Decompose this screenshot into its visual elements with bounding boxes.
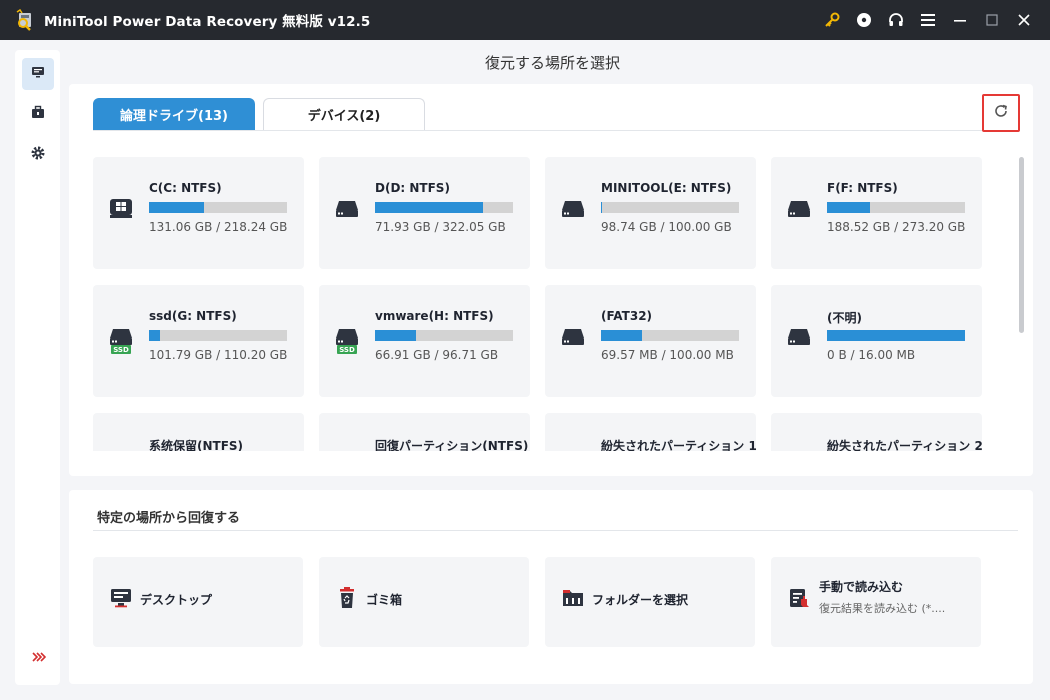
drive-scrollbar[interactable] (1019, 157, 1024, 333)
location-label: 手動で読み込む (819, 580, 904, 594)
drive-size: 101.79 GB / 110.20 GB (149, 348, 288, 362)
drive-card[interactable]: 系统保留(NTFS) (93, 413, 304, 451)
drive-card[interactable]: SSD vmware(H: NTFS) 66.91 GB / 96.71 GB (319, 285, 530, 397)
drive-usage-fill (601, 202, 603, 213)
refresh-button[interactable] (982, 94, 1020, 132)
drive-usage-bar (601, 330, 739, 341)
drive-name: (不明) (827, 311, 862, 325)
drive-card[interactable]: SSD ssd(G: NTFS) 101.79 GB / 110.20 GB (93, 285, 304, 397)
drive-card[interactable]: 紛失されたパーティション 2 (771, 413, 983, 451)
drive-usage-bar (827, 202, 965, 213)
hard-drive-icon (787, 197, 811, 219)
headphones-icon[interactable] (880, 0, 912, 40)
location-label: デスクトップ (140, 593, 213, 607)
recycle-bin-icon (335, 586, 359, 610)
hard-drive-icon (561, 197, 585, 219)
tab-divider (93, 130, 1020, 131)
drive-name: C(C: NTFS) (149, 181, 222, 195)
windows-drive-icon (109, 197, 133, 219)
drive-usage-fill (375, 202, 483, 213)
drive-size: 71.93 GB / 322.05 GB (375, 220, 506, 234)
refresh-icon (993, 103, 1009, 123)
desktop-icon (109, 586, 133, 610)
hard-drive-icon (335, 325, 359, 347)
hard-drive-icon (787, 325, 811, 347)
page-title: 復元する場所を選択 (484, 54, 620, 72)
drive-name: vmware(H: NTFS) (375, 309, 494, 323)
app-logo-icon (14, 8, 36, 31)
drive-size: 98.74 GB / 100.00 GB (601, 220, 732, 234)
drive-card[interactable]: (不明) 0 B / 16.00 MB (771, 285, 982, 397)
drive-size: 69.57 MB / 100.00 MB (601, 348, 734, 362)
minimize-icon[interactable] (944, 0, 976, 40)
drive-name: 回復パーティション(NTFS) (375, 439, 529, 451)
tab-devices[interactable]: デバイス(2) (263, 98, 425, 130)
drive-name: 紛失されたパーティション 2 (827, 439, 983, 451)
hard-drive-icon (335, 197, 359, 219)
location-select-folder[interactable]: フォルダーを選択 (545, 557, 755, 647)
drive-usage-bar (827, 330, 965, 341)
drive-size: 188.52 GB / 273.20 GB (827, 220, 966, 234)
drive-usage-fill (827, 330, 965, 341)
expand-chevrons-icon[interactable] (30, 648, 48, 666)
drive-name: 紛失されたパーティション 1 (601, 439, 757, 451)
sidebar-item-recovery[interactable] (22, 58, 54, 90)
sidebar-item-settings[interactable] (22, 138, 54, 170)
location-desktop[interactable]: デスクトップ (93, 557, 303, 647)
drive-name: 系统保留(NTFS) (149, 439, 244, 451)
drive-usage-fill (601, 330, 643, 341)
drive-size: 131.06 GB / 218.24 GB (149, 220, 288, 234)
ssd-badge: SSD (111, 345, 131, 354)
drive-size: 66.91 GB / 96.71 GB (375, 348, 499, 362)
location-load-manually[interactable]: 手動で読み込む 復元結果を読み込む (*.... (771, 557, 981, 647)
drive-card[interactable]: 回復パーティション(NTFS) (319, 413, 530, 451)
close-icon[interactable] (1008, 0, 1040, 40)
drive-name: D(D: NTFS) (375, 181, 450, 195)
drive-grid: C(C: NTFS) 131.06 GB / 218.24 GB D(D: NTFS… (93, 157, 988, 451)
sidebar-item-tools[interactable] (22, 98, 54, 130)
drive-card[interactable]: F(F: NTFS) 188.52 GB / 273.20 GB (771, 157, 982, 269)
title-bar: MiniTool Power Data Recovery 無料版 v12.5 (0, 0, 1050, 40)
drive-card[interactable]: MINITOOL(E: NTFS) 98.74 GB / 100.00 GB (545, 157, 756, 269)
drive-name: MINITOOL(E: NTFS) (601, 181, 732, 195)
location-label: ゴミ箱 (366, 593, 403, 607)
drive-usage-fill (149, 330, 161, 341)
toolbox-icon (30, 104, 46, 124)
load-manually-icon (787, 586, 811, 610)
drive-card[interactable]: D(D: NTFS) 71.93 GB / 322.05 GB (319, 157, 530, 269)
drive-usage-bar (149, 202, 287, 213)
tab-logical-drives[interactable]: 論理ドライブ(13) (93, 98, 255, 130)
drive-card[interactable]: C(C: NTFS) 131.06 GB / 218.24 GB (93, 157, 304, 269)
locations-divider (93, 530, 1018, 531)
drive-usage-bar (601, 202, 739, 213)
disc-icon[interactable] (848, 0, 880, 40)
drive-card[interactable]: 紛失されたパーティション 1 (545, 413, 757, 451)
monitor-icon (30, 64, 46, 84)
gear-icon (31, 145, 45, 164)
drive-usage-bar (375, 330, 513, 341)
menu-icon[interactable] (912, 0, 944, 40)
sidebar (15, 50, 60, 685)
location-recycle-bin[interactable]: ゴミ箱 (319, 557, 529, 647)
maximize-icon[interactable] (976, 0, 1008, 40)
folder-icon (561, 586, 585, 610)
drive-usage-fill (375, 330, 417, 341)
drive-usage-fill (827, 202, 870, 213)
drive-card[interactable]: (FAT32) 69.57 MB / 100.00 MB (545, 285, 756, 397)
drive-usage-bar (375, 202, 513, 213)
drive-name: (FAT32) (601, 309, 653, 323)
drive-name: F(F: NTFS) (827, 181, 898, 195)
locations-title: 特定の場所から回復する (97, 511, 241, 526)
location-label: フォルダーを選択 (592, 593, 689, 607)
drive-usage-bar (149, 330, 287, 341)
app-title: MiniTool Power Data Recovery 無料版 v12.5 (44, 14, 371, 30)
drive-usage-fill (149, 202, 205, 213)
drive-size: 0 B / 16.00 MB (827, 348, 916, 362)
hard-drive-icon (109, 325, 133, 347)
key-icon[interactable] (816, 0, 848, 40)
hard-drive-icon (561, 325, 585, 347)
ssd-badge: SSD (337, 345, 357, 354)
location-sublabel: 復元結果を読み込む (*.... (819, 602, 946, 615)
drive-name: ssd(G: NTFS) (149, 309, 237, 323)
